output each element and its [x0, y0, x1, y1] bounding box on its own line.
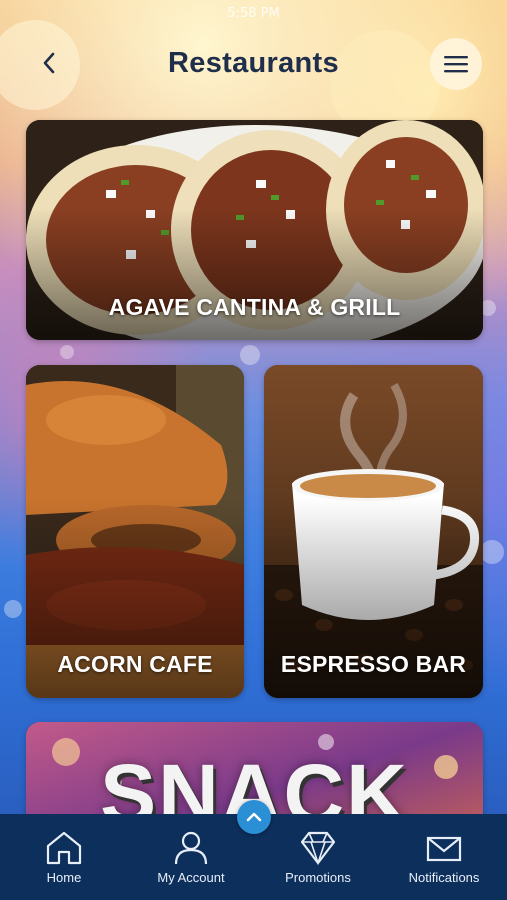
bokeh-light	[4, 600, 22, 618]
envelope-icon	[426, 836, 462, 862]
chevron-up-icon	[246, 812, 262, 822]
hamburger-icon	[444, 56, 468, 73]
tab-promotions[interactable]: Promotions	[272, 814, 364, 900]
restaurant-card-espresso[interactable]: ESPRESSO BAR	[264, 365, 483, 698]
restaurant-card-agave[interactable]: AGAVE CANTINA & GRILL	[26, 120, 483, 340]
bokeh-light	[60, 345, 74, 359]
tab-my-account[interactable]: My Account	[145, 814, 237, 900]
diamond-icon	[300, 831, 336, 866]
bokeh-light	[240, 345, 260, 365]
tab-label-my-account: My Account	[157, 870, 225, 885]
tab-notifications[interactable]: Notifications	[398, 814, 490, 900]
tab-home[interactable]: Home	[24, 814, 104, 900]
card-label-agave: AGAVE CANTINA & GRILL	[108, 294, 401, 320]
card-label-espresso: ESPRESSO BAR	[280, 651, 467, 677]
header: Restaurants	[0, 38, 507, 94]
home-icon	[46, 831, 82, 865]
tab-label-promotions: Promotions	[285, 870, 351, 885]
status-time: 5:58 PM	[227, 6, 280, 21]
bokeh-light	[480, 540, 504, 564]
tab-label-home: Home	[46, 870, 82, 885]
scroll-up-button[interactable]	[237, 800, 271, 834]
restaurant-card-acorn[interactable]: ACORN CAFE	[26, 365, 244, 698]
menu-button[interactable]	[430, 38, 482, 90]
tab-label-notifications: Notifications	[408, 870, 480, 885]
card-label-acorn: ACORN CAFE	[57, 651, 213, 677]
person-icon	[174, 831, 208, 865]
